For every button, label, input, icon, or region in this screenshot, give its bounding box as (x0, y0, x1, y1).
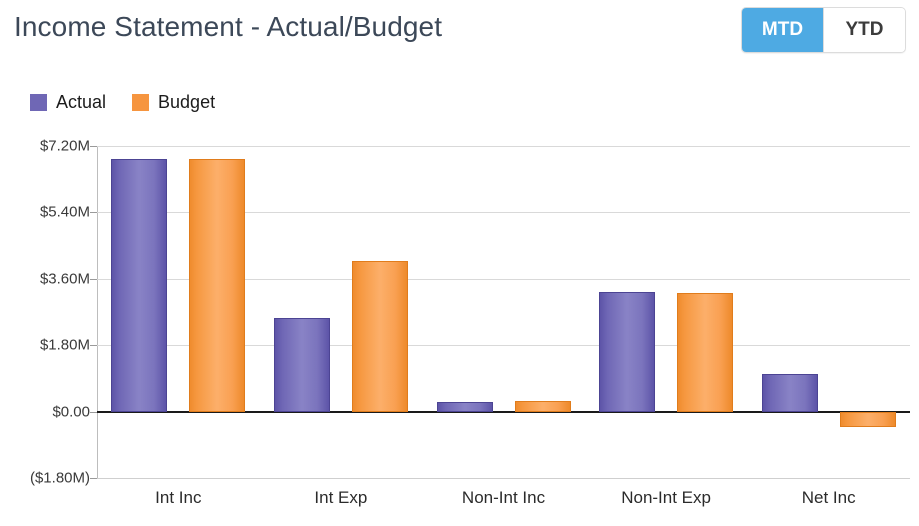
gridline (97, 146, 910, 147)
y-tick-mark (90, 411, 97, 413)
bar-actual-net-inc[interactable] (761, 373, 818, 412)
y-tick-mark (90, 146, 97, 147)
bar-chart: $7.20M $5.40M $3.60M $1.80M $0.00 ($1.80M) In… (0, 0, 919, 526)
y-axis-tick-label: $3.60M (39, 270, 90, 288)
y-axis-tick-label: ($1.80M) (29, 469, 90, 487)
bar-budget-int-inc[interactable] (189, 159, 246, 412)
x-axis-label-int-exp: Int Exp (314, 488, 368, 507)
x-axis-label-non-int-exp: Non-Int Exp (621, 488, 711, 507)
y-tick-mark (90, 212, 97, 214)
y-axis-tick-label: $1.80M (39, 336, 90, 354)
bar-actual-int-exp[interactable] (273, 317, 330, 412)
bar-budget-net-inc[interactable] (839, 411, 896, 428)
x-axis-label-non-int-inc: Non-Int Inc (461, 488, 546, 507)
bar-budget-non-int-inc[interactable] (514, 400, 571, 412)
bar-actual-non-int-inc[interactable] (436, 401, 493, 412)
income-statement-widget: Income Statement - Actual/Budget MTD YTD… (0, 0, 919, 526)
plot-bottom-rule (97, 478, 910, 479)
bar-budget-non-int-exp[interactable] (677, 292, 734, 412)
x-axis-label-net-inc: Net Inc (801, 488, 856, 507)
bar-actual-non-int-exp[interactable] (599, 291, 656, 412)
y-axis-tick-label: $0.00 (52, 403, 90, 421)
plot-area (97, 146, 910, 479)
x-axis-label-int-inc: Int Inc (155, 488, 202, 507)
y-axis-tick-label: $5.40M (39, 203, 90, 221)
bar-budget-int-exp[interactable] (351, 260, 408, 412)
y-tick-mark (90, 345, 97, 347)
y-tick-mark (90, 278, 97, 280)
y-axis-tick-label: $7.20M (39, 137, 90, 155)
bar-actual-int-inc[interactable] (111, 159, 168, 412)
y-tick-mark (90, 478, 97, 479)
